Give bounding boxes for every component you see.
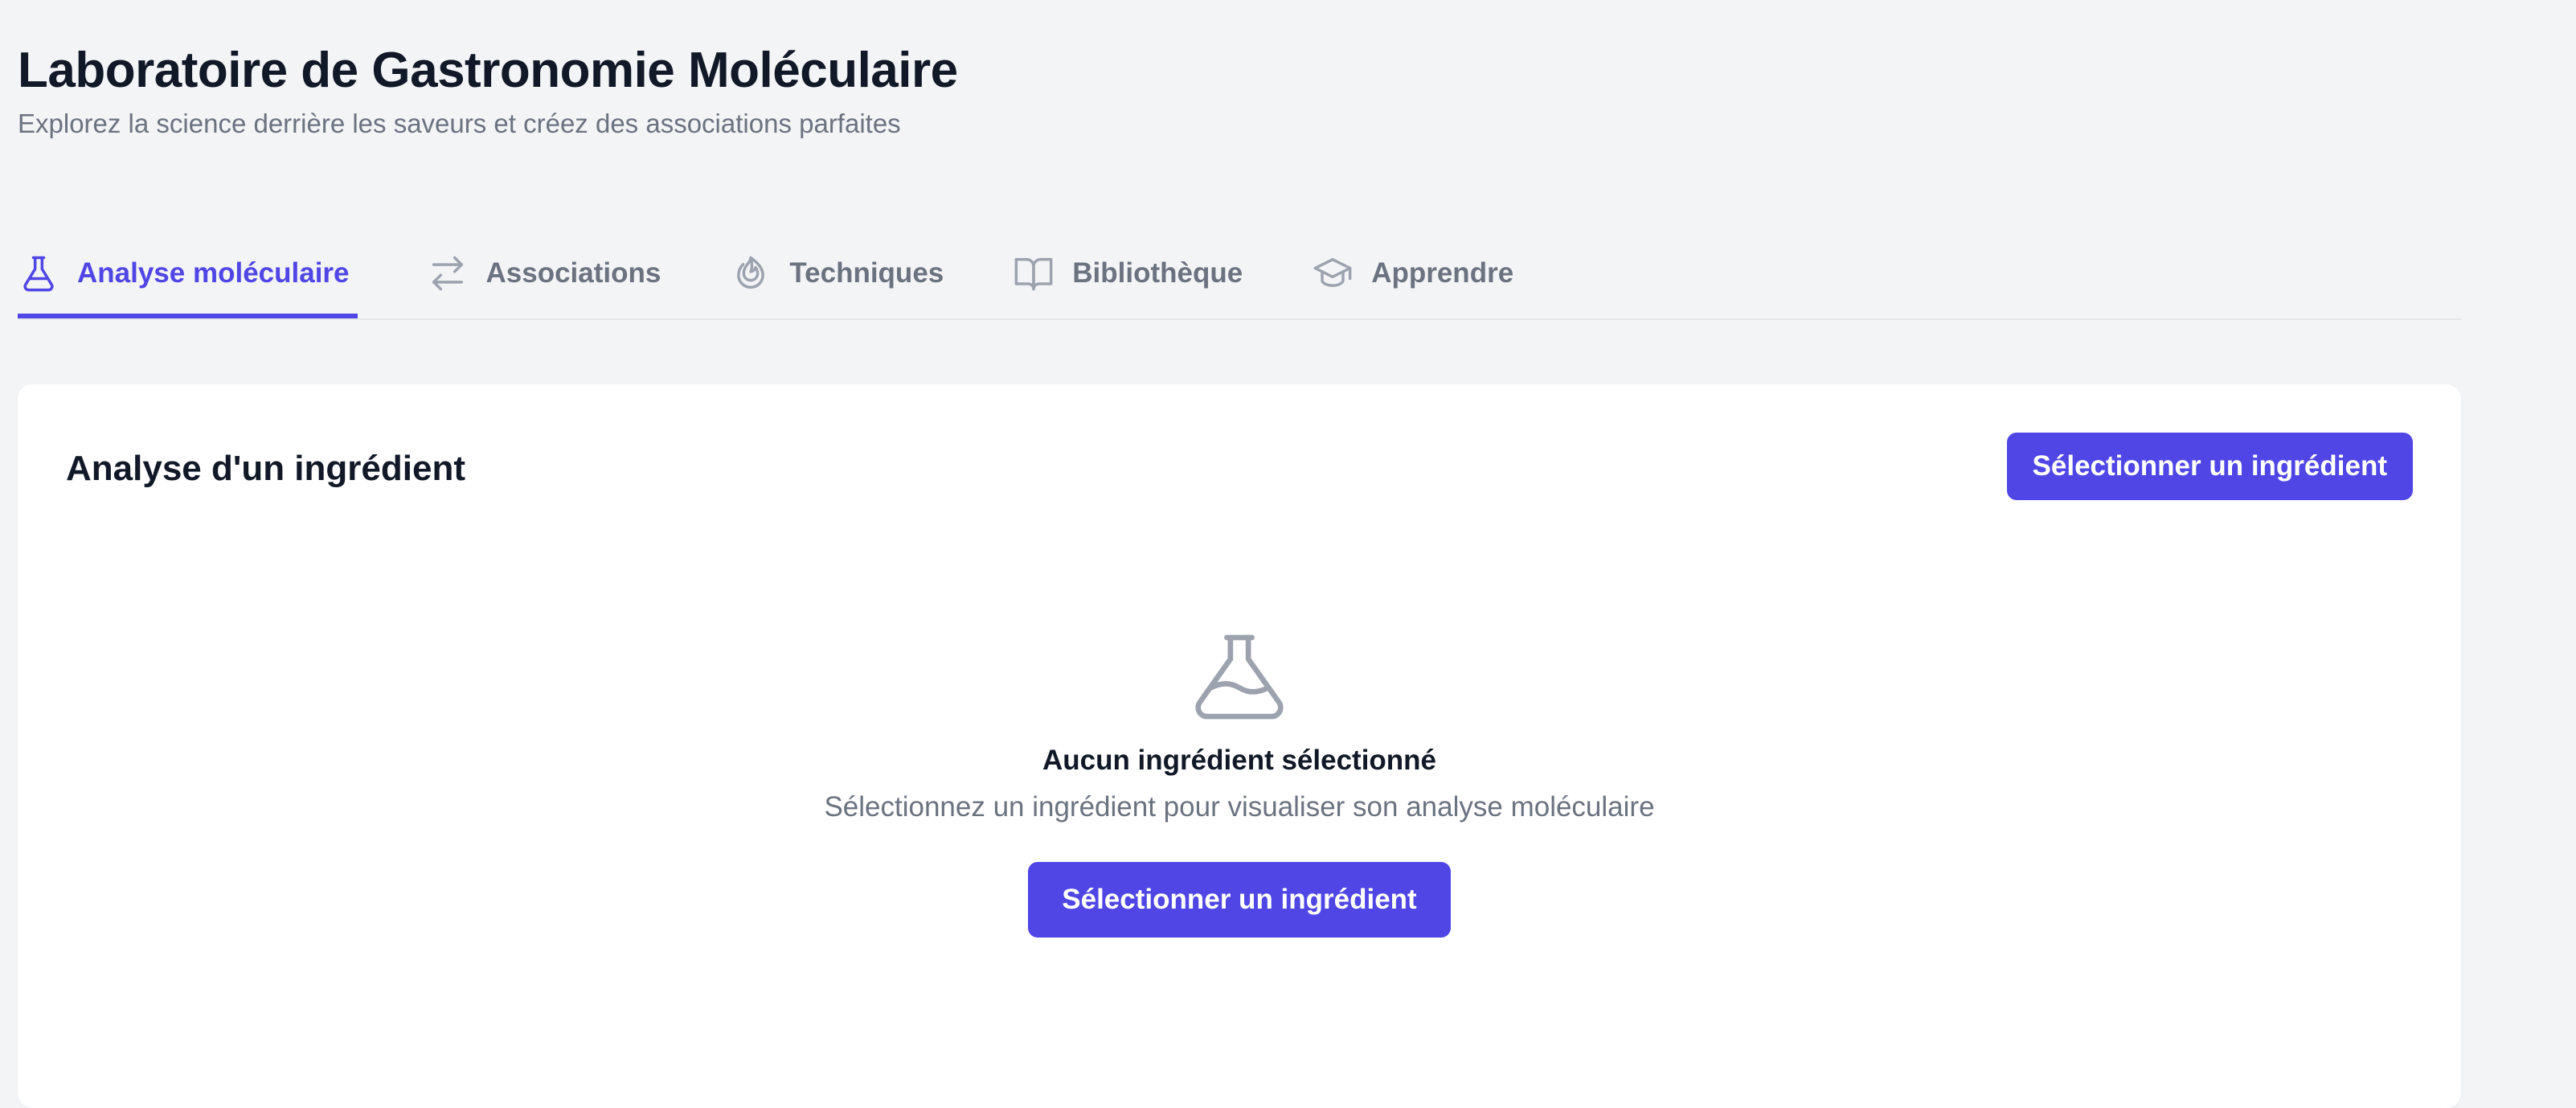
book-open-icon <box>1013 252 1055 294</box>
tab-label: Associations <box>485 257 661 289</box>
tab-associations[interactable]: Associations <box>427 233 661 318</box>
tab-label: Analyse moléculaire <box>77 257 350 289</box>
empty-state-description: Sélectionnez un ingrédient pour visualis… <box>824 791 1655 823</box>
tab-label: Apprendre <box>1371 257 1514 289</box>
tab-bibliotheque[interactable]: Bibliothèque <box>1013 233 1243 318</box>
tab-bar: Analyse moléculaire Associations Techniq… <box>18 233 2461 320</box>
flask-icon <box>1195 634 1284 720</box>
tab-label: Techniques <box>789 257 944 289</box>
tab-techniques[interactable]: Techniques <box>730 233 944 318</box>
page-header: Laboratoire de Gastronomie Moléculaire E… <box>18 39 958 142</box>
tab-analyse-moleculaire[interactable]: Analyse moléculaire <box>18 233 358 318</box>
tab-label: Bibliothèque <box>1072 257 1243 289</box>
empty-state: Aucun ingrédient sélectionné Sélectionne… <box>18 634 2461 938</box>
panel-title: Analyse d'un ingrédient <box>66 449 465 488</box>
tab-apprendre[interactable]: Apprendre <box>1312 233 1513 318</box>
empty-state-title: Aucun ingrédient sélectionné <box>1042 745 1437 776</box>
ingredient-analysis-panel: Analyse d'un ingrédient Sélectionner un … <box>18 384 2461 1108</box>
flame-icon <box>730 252 772 294</box>
page-subtitle: Explorez la science derrière les saveurs… <box>18 109 901 138</box>
select-ingredient-button[interactable]: Sélectionner un ingrédient <box>2006 433 2413 500</box>
page-title: Laboratoire de Gastronomie Moléculaire <box>18 43 958 98</box>
arrows-exchange-icon <box>427 252 469 294</box>
select-ingredient-cta-button[interactable]: Sélectionner un ingrédient <box>1028 862 1451 938</box>
flask-icon <box>18 252 59 294</box>
graduation-cap-icon <box>1312 252 1354 294</box>
